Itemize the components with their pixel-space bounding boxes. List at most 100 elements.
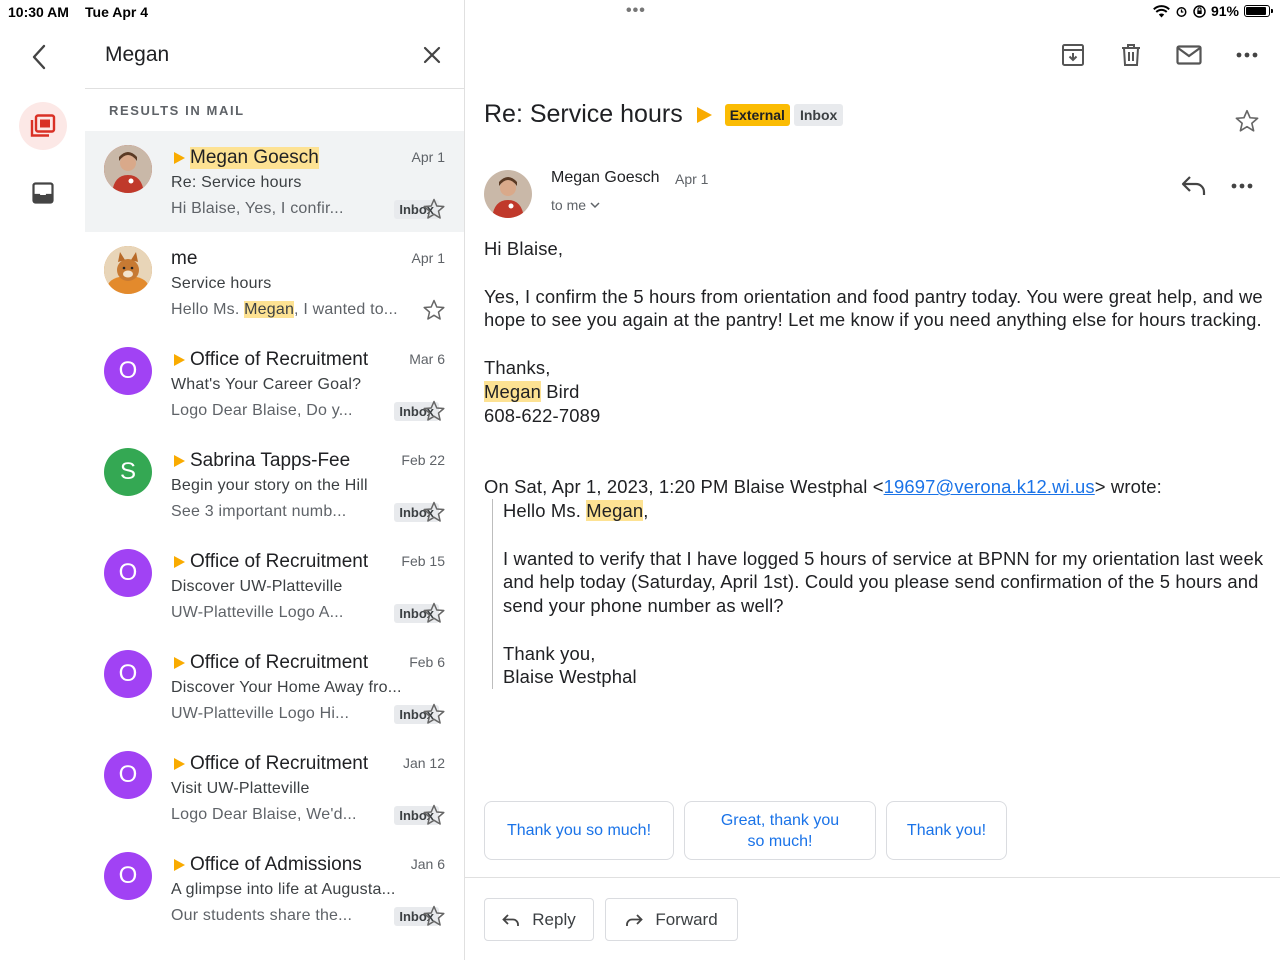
quote-greeting: Hello Ms. Megan, <box>503 499 1264 523</box>
star-button[interactable] <box>422 601 446 625</box>
smart-replies: Thank you so much! Great, thank you so m… <box>484 801 1007 860</box>
important-marker-icon[interactable] <box>174 657 185 669</box>
smart-reply-button[interactable]: Thank you so much! <box>484 801 674 860</box>
star-button[interactable] <box>422 803 446 827</box>
search-highlight: Megan <box>244 301 295 318</box>
sender-avatar[interactable] <box>104 246 152 294</box>
body-phone[interactable]: 608-622-7089 <box>484 404 1264 428</box>
status-bar: 10:30 AM Tue Apr 4 ••• 91% <box>0 0 1280 24</box>
mail-list-item[interactable]: O Office of Recruitment Feb 6 Discover Your… <box>85 636 465 737</box>
sender-avatar[interactable] <box>484 170 532 218</box>
mail-snippet: Our students share the... <box>171 907 388 925</box>
star-button[interactable] <box>422 197 446 221</box>
sender-avatar[interactable]: O <box>104 650 152 698</box>
star-button[interactable] <box>422 500 446 524</box>
sender-avatar[interactable]: O <box>104 549 152 597</box>
star-button[interactable] <box>422 904 446 928</box>
body-greeting: Hi Blaise, <box>484 238 564 259</box>
snippet-row: Logo Dear Blaise, We'd... Inbox <box>171 804 451 826</box>
mark-unread-button[interactable] <box>1176 42 1202 68</box>
message-toolbar <box>1060 42 1260 68</box>
quote-paragraph: I wanted to verify that I have logged 5 … <box>503 547 1264 617</box>
important-marker-icon[interactable] <box>174 859 185 871</box>
message-more-button[interactable] <box>1231 174 1259 198</box>
multitasking-dots-icon[interactable]: ••• <box>626 2 646 20</box>
alarm-icon <box>1176 6 1187 17</box>
rail-mail-button[interactable] <box>19 102 67 150</box>
mail-sender: Office of Recruitment <box>190 349 369 370</box>
quote-header: On Sat, Apr 1, 2023, 1:20 PM Blaise West… <box>484 475 1264 499</box>
battery-percent: 91% <box>1210 3 1239 19</box>
snippet-row: Hi Blaise, Yes, I confir... Inbox <box>171 198 451 220</box>
clear-search-button[interactable] <box>419 42 445 68</box>
mail-snippet: Logo Dear Blaise, Do y... <box>171 402 388 420</box>
mail-list-item[interactable]: me Apr 1 Service hours Hello Ms. Megan, I w… <box>85 232 465 333</box>
sender-avatar[interactable] <box>104 145 152 193</box>
important-marker-icon[interactable] <box>174 556 185 568</box>
mail-date: Jan 6 <box>410 856 445 872</box>
body-paragraph: Yes, I confirm the 5 hours from orientat… <box>484 285 1263 331</box>
star-button[interactable] <box>1234 108 1260 134</box>
message-sender[interactable]: Megan Goesch <box>551 169 660 187</box>
mail-list-item[interactable]: S Sabrina Tapps-Fee Feb 22 Begin your story… <box>85 434 465 535</box>
mail-subject: Discover Your Home Away fro... <box>171 679 402 696</box>
bottom-divider <box>465 877 1280 878</box>
mail-subject: Service hours <box>171 275 272 292</box>
external-label: External <box>724 103 790 126</box>
snippet-text: UW-Platteville Logo A... <box>171 604 344 621</box>
sender-avatar[interactable]: O <box>104 852 152 900</box>
dog-photo-icon <box>104 246 152 294</box>
inbox-label[interactable]: Inbox <box>793 103 844 126</box>
star-icon <box>423 804 445 825</box>
snippet-text: Logo Dear Blaise, We'd... <box>171 806 357 823</box>
more-options-button[interactable] <box>1234 42 1260 68</box>
archive-button[interactable] <box>1060 42 1086 68</box>
more-horizontal-icon <box>1231 183 1253 189</box>
reply-action-button[interactable]: Reply <box>484 898 594 941</box>
search-input[interactable]: Megan <box>105 43 169 67</box>
snippet-text: Hello Ms. <box>171 301 245 318</box>
mail-list-item[interactable]: O Office of Recruitment Mar 6 What's Your C… <box>85 333 465 434</box>
mail-snippet: Hello Ms. Megan, I wanted to... <box>171 301 451 319</box>
smart-reply-button[interactable]: Great, thank you so much! <box>684 801 876 860</box>
snippet-row: See 3 important numb... Inbox <box>171 501 451 523</box>
important-marker-icon[interactable] <box>174 455 185 467</box>
mail-snippet: UW-Platteville Logo Hi... <box>171 705 388 723</box>
search-highlight: Megan <box>484 380 541 402</box>
important-marker-icon[interactable] <box>696 106 712 123</box>
star-button[interactable] <box>422 399 446 423</box>
star-button[interactable] <box>422 298 446 322</box>
important-marker-icon[interactable] <box>174 758 185 770</box>
star-icon <box>423 299 445 320</box>
recipients-toggle[interactable]: to me <box>551 197 600 213</box>
smart-reply-button[interactable]: Thank you! <box>886 801 1007 860</box>
snippet-text: Logo Dear Blaise, Do y... <box>171 402 353 419</box>
important-marker-icon[interactable] <box>174 354 185 366</box>
mail-list-item[interactable]: O Office of Recruitment Jan 12 Visit UW-Pla… <box>85 737 465 838</box>
important-marker-icon[interactable] <box>174 152 185 164</box>
mail-snippet: UW-Platteville Logo A... <box>171 604 388 622</box>
mail-list-item[interactable]: Megan Goesch Apr 1 Re: Service hours Hi Bla… <box>85 131 465 232</box>
person-photo-icon <box>484 170 532 218</box>
reading-pane: Re: Service hours External Inbox Megan G… <box>465 24 1280 960</box>
quote-header-suffix: > wrote: <box>1094 476 1162 498</box>
back-button[interactable] <box>24 42 54 72</box>
signature-last-name: Bird <box>540 380 580 402</box>
star-button[interactable] <box>422 702 446 726</box>
mail-subject: Visit UW-Platteville <box>171 780 310 797</box>
star-icon <box>423 400 445 421</box>
mail-list-item[interactable]: O Office of Admissions Jan 6 A glimpse into… <box>85 838 465 939</box>
reply-button[interactable] <box>1181 174 1209 198</box>
mail-subject: Discover UW-Platteville <box>171 578 343 595</box>
mail-list-item[interactable]: O Office of Recruitment Feb 15 Discover UW-… <box>85 535 465 636</box>
sender-avatar[interactable]: S <box>104 448 152 496</box>
sender-avatar[interactable]: O <box>104 347 152 395</box>
quote-email-link[interactable]: 19697@verona.k12.wi.us <box>884 476 1095 497</box>
reply-icon <box>502 913 520 926</box>
forward-action-button[interactable]: Forward <box>605 898 738 941</box>
delete-button[interactable] <box>1118 42 1144 68</box>
rail-inbox-button[interactable] <box>29 179 57 207</box>
snippet-row: Hello Ms. Megan, I wanted to... <box>171 299 451 321</box>
sender-avatar[interactable]: O <box>104 751 152 799</box>
star-icon <box>423 198 445 219</box>
